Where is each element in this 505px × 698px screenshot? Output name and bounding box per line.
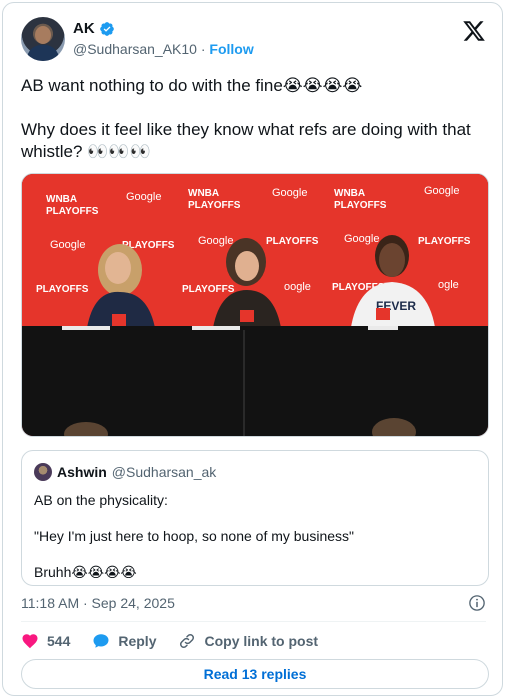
author-handle-row: @Sudharsan_AK10 · Follow [73,41,254,57]
reply-label: Reply [118,633,157,649]
copy-link-button[interactable]: Copy link to post [178,632,318,650]
author-handle[interactable]: @Sudharsan_AK10 [73,41,197,57]
tweet-card: AK @Sudharsan_AK10 · Follow AB want noth… [2,2,503,696]
quoted-tweet-header: Ashwin @Sudharsan_ak [34,463,216,481]
divider [21,621,486,622]
tweet-text: AB want nothing to do with the fine😭😭😭😭 … [21,75,491,163]
svg-text:WNBA: WNBA [46,194,77,205]
quoted-author-name: Ashwin [57,464,107,480]
read-replies-button[interactable]: Read 13 replies [21,659,489,689]
svg-text:WNBA: WNBA [334,188,365,199]
svg-text:WNBA: WNBA [188,188,219,199]
svg-text:PLAYOFFS: PLAYOFFS [182,284,235,295]
svg-text:Google: Google [126,191,161,203]
svg-text:Google: Google [424,185,459,197]
follow-button[interactable]: Follow [209,41,253,57]
reply-button[interactable]: Reply [92,632,156,650]
svg-text:Google: Google [272,187,307,199]
verified-badge-icon [99,21,114,36]
reply-bubble-icon [93,634,109,648]
svg-text:ogle: ogle [438,279,459,291]
svg-text:Google: Google [344,233,379,245]
quoted-author-avatar [34,463,52,481]
svg-text:PLAYOFFS: PLAYOFFS [36,284,89,295]
tweet-timestamp[interactable]: 11:18 AM · Sep 24, 2025 [21,595,175,611]
quoted-line-1: AB on the physicality: [34,492,168,508]
like-count: 544 [47,633,71,649]
info-icon[interactable] [468,594,486,612]
quoted-line-3: Bruhh😭😭😭😭 [34,564,137,580]
link-icon [180,633,195,649]
heart-icon [22,634,38,649]
svg-text:oogle: oogle [284,281,311,293]
svg-text:PLAYOFFS: PLAYOFFS [46,206,99,217]
tweet-line-1: AB want nothing to do with the fine😭😭😭😭 [21,76,363,95]
quoted-tweet[interactable]: Ashwin @Sudharsan_ak AB on the physicali… [21,450,489,586]
press-conference-image: WNBAPLAYOFFS WNBAPLAYOFFS WNBAPLAYOFFS P… [22,174,488,436]
quoted-tweet-text: AB on the physicality: "Hey I'm just her… [34,491,474,581]
svg-text:PLAYOFFS: PLAYOFFS [266,236,319,247]
author-avatar[interactable] [21,17,65,61]
press-conference-video[interactable]: WNBA PLAYOFFS WNBA PLAYOFFS WNBA PLAYOFFS P… [21,173,489,437]
svg-text:PLAYOFFS: PLAYOFFS [334,200,387,211]
quoted-line-2: "Hey I'm just here to hoop, so none of m… [34,528,354,544]
x-logo-icon[interactable] [462,19,486,43]
quoted-author-handle: @Sudharsan_ak [111,464,217,480]
copy-link-label: Copy link to post [204,633,319,649]
svg-text:PLAYOFFS: PLAYOFFS [418,236,471,247]
author-name[interactable]: AK [73,20,95,37]
svg-text:PLAYOFFS: PLAYOFFS [188,200,241,211]
like-button[interactable]: 544 [21,632,70,650]
author-name-row: AK [73,20,115,37]
tweet-header: AK @Sudharsan_AK10 · Follow [21,17,486,63]
svg-text:Google: Google [198,235,233,247]
handle-separator: · [200,41,206,57]
tweet-line-2: Why does it feel like they know what ref… [21,120,471,161]
svg-text:Google: Google [50,239,85,251]
tweet-actions: 544 Reply Copy link to post [21,631,340,651]
